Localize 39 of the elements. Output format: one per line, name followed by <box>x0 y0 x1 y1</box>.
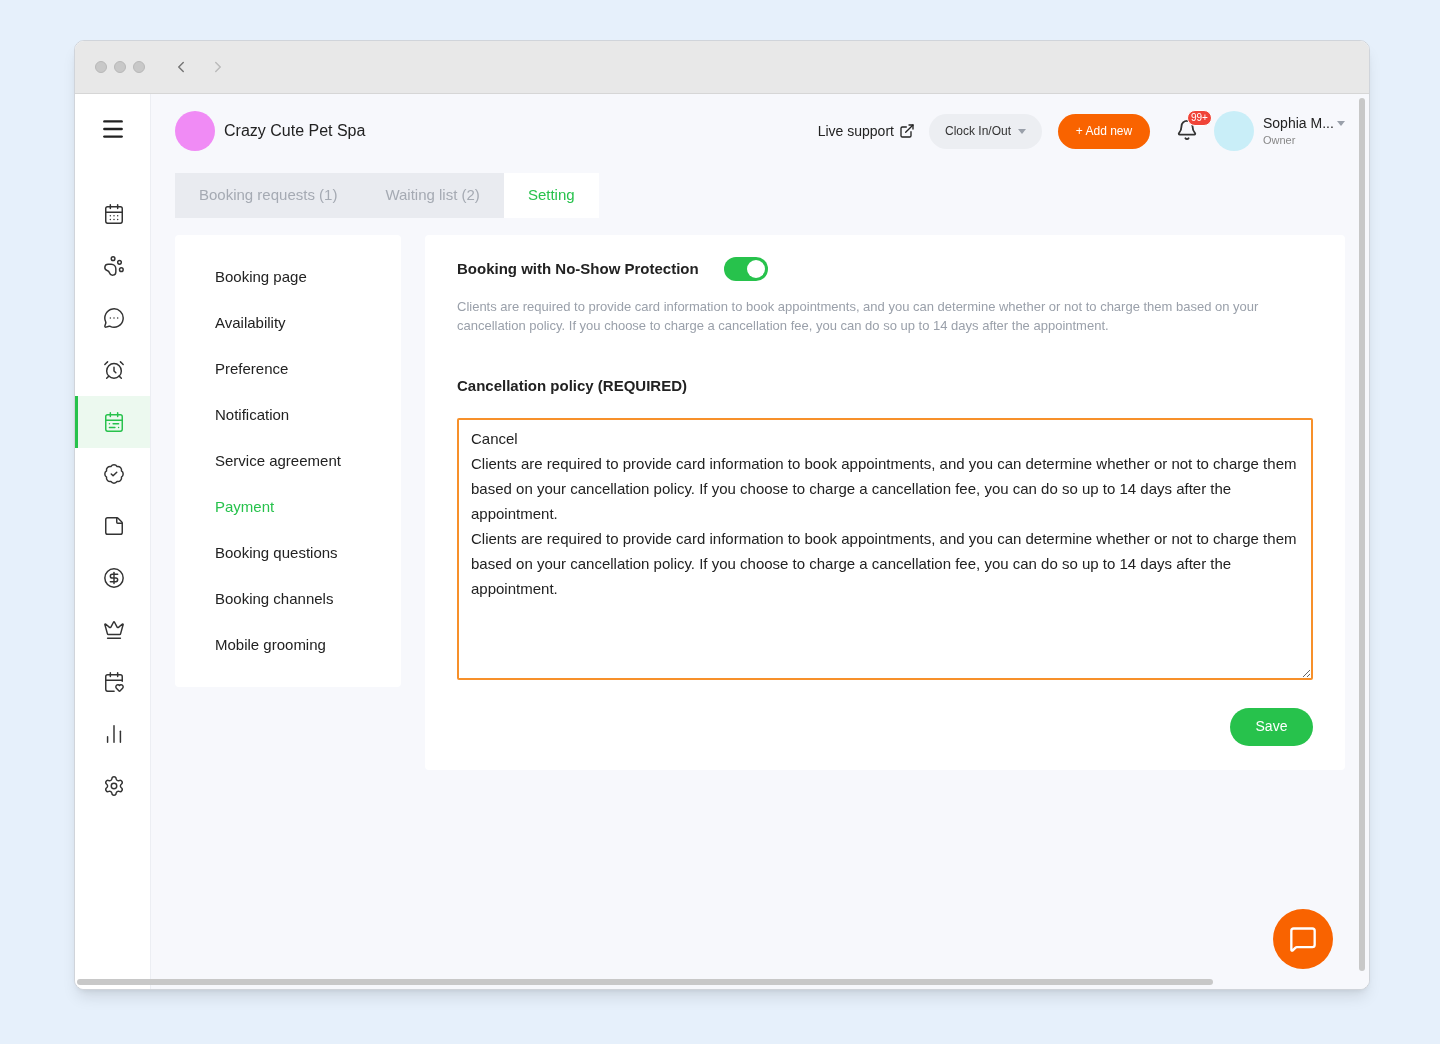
settings-menu-item[interactable]: Booking page <box>175 254 401 300</box>
settings-menu-item[interactable]: Availability <box>175 300 401 346</box>
settings-menu-item[interactable]: Notification <box>175 392 401 438</box>
live-support-link[interactable]: Live support <box>817 120 915 142</box>
field-label: Cancellation policy (REQUIRED) <box>457 376 689 396</box>
horizontal-scrollbar[interactable] <box>77 979 1213 985</box>
section-title: Booking with No-Show Protection <box>457 258 699 279</box>
chat-button[interactable] <box>1273 909 1333 969</box>
dollar-icon <box>103 567 125 589</box>
notification-bell-icon[interactable] <box>1176 119 1198 141</box>
caret-icon <box>1018 128 1026 134</box>
business-name: Crazy Cute Pet Spa <box>224 121 366 141</box>
calendar-icon <box>103 203 125 225</box>
settings-menu-item[interactable]: Service agreement <box>175 438 401 484</box>
settings-menu-item[interactable]: Booking questions <box>175 530 401 576</box>
paw-icon <box>103 255 125 277</box>
calendar-icon <box>103 411 125 433</box>
caret-icon <box>1337 120 1345 126</box>
business-logo <box>175 111 215 151</box>
chat-icon <box>1289 925 1317 953</box>
crown-icon <box>103 619 125 641</box>
vertical-scrollbar[interactable] <box>1359 98 1365 971</box>
calendar-icon <box>103 671 125 693</box>
settings-menu-item[interactable]: Preference <box>175 346 401 392</box>
clock-in-out-dropdown[interactable]: Clock In/Out <box>928 113 1042 149</box>
external-link-icon <box>898 123 915 139</box>
alarm-clock-icon <box>103 359 125 381</box>
settings-icon <box>103 775 125 797</box>
toggle-switch[interactable] <box>723 257 768 281</box>
settings-menu-item[interactable]: Booking channels <box>175 576 401 622</box>
description-text: Clients are required to provide card information to book appointments, and you can determine whether or not to charge them based on your cancellation policy. If you choose to charge a cancellation fee, you can do so up to 14 days after the appointment. <box>457 298 1260 335</box>
notification-badge: 99+ <box>1187 110 1212 126</box>
note-icon <box>103 515 125 537</box>
badge-icon <box>103 463 125 485</box>
chat-icon <box>103 307 125 329</box>
user-name: Sophia M... <box>1263 114 1335 132</box>
user-role: Owner <box>1263 133 1297 148</box>
policy-text-area[interactable]: Cancel Clients are required to provide card information to book appointments, and you can determine whether or not to charge them based on your cancellation policy. If you choose to charge a cancellation fee, you can do so up to 14 days after the appointment. Clients are required to provide card information to book appointments, and you can determine whether or not to charge them based on your cancellation policy. If you choose to charge a cancellation fee, you can do so up to 14 days after the appointment. <box>457 417 1313 680</box>
settings-menu-item[interactable]: Mobile grooming <box>175 622 401 668</box>
